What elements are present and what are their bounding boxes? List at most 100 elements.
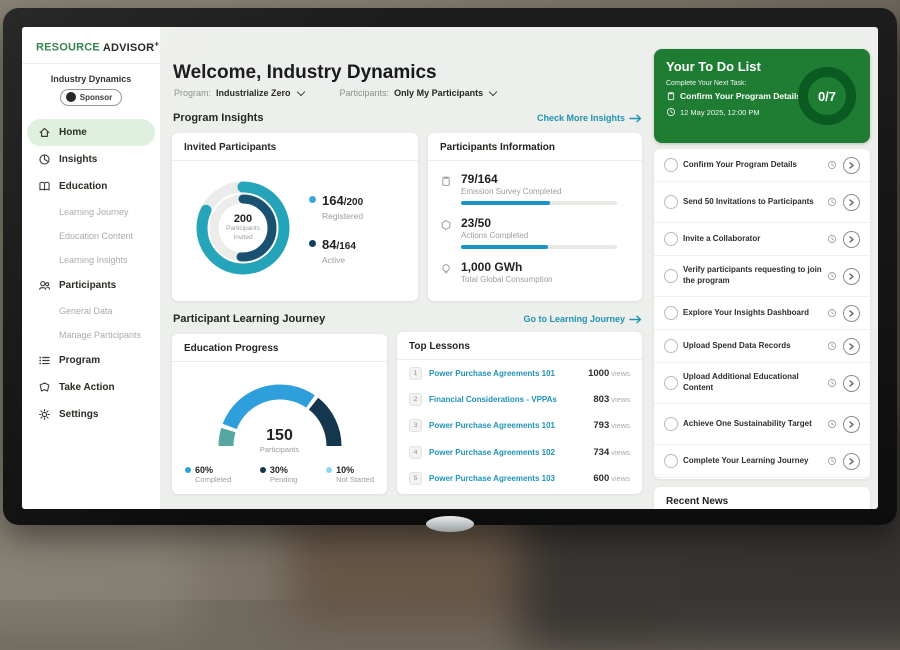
sidebar-item-learning-journey[interactable]: Learning Journey bbox=[22, 200, 160, 224]
legend-label: Not Started bbox=[336, 475, 374, 484]
task-row-send-50-invitations-to-participants: Send 50 Invitations to Participants bbox=[654, 182, 870, 223]
filters-bar: Program: Industrialize Zero Participants… bbox=[174, 88, 496, 98]
task-checkbox[interactable] bbox=[664, 454, 678, 468]
gauge-center-label: Participants bbox=[195, 445, 365, 454]
sidebar-item-label: Learning Journey bbox=[59, 207, 129, 217]
lesson-link[interactable]: Power Purchase Agreements 102 bbox=[429, 448, 593, 457]
lessons-card-title: Top Lessons bbox=[397, 332, 642, 360]
clock-icon bbox=[827, 308, 837, 318]
gauge-center-value: 150 bbox=[195, 427, 365, 445]
todo-progress-ring: 0/7 bbox=[794, 63, 860, 129]
sidebar-item-participants[interactable]: Participants bbox=[22, 272, 160, 299]
logo-primary: RESOURCE bbox=[36, 42, 100, 54]
task-row-invite-a-collaborator: Invite a Collaborator bbox=[654, 223, 870, 256]
check-more-insights-link[interactable]: Check More Insights bbox=[537, 113, 642, 123]
task-checkbox[interactable] bbox=[664, 232, 678, 246]
task-open-button[interactable] bbox=[843, 305, 860, 322]
sidebar-item-education-content[interactable]: Education Content bbox=[22, 224, 160, 248]
task-row-upload-spend-data-records: Upload Spend Data Records bbox=[654, 330, 870, 363]
sponsor-badge[interactable]: Sponsor bbox=[60, 89, 122, 106]
chevron-down-icon[interactable] bbox=[296, 88, 304, 96]
lesson-rank-badge: 4 bbox=[409, 446, 422, 459]
dashboard-screen: RESOURCE ADVISOR+ Industry Dynamics Spon… bbox=[22, 27, 878, 509]
sidebar-item-learning-insights[interactable]: Learning Insights bbox=[22, 248, 160, 272]
sidebar-item-label: Participants bbox=[59, 280, 116, 291]
task-checkbox[interactable] bbox=[664, 269, 678, 283]
lesson-views-suffix: views bbox=[611, 395, 630, 404]
task-row-explore-your-insights-dashboard: Explore Your Insights Dashboard bbox=[654, 297, 870, 330]
task-open-button[interactable] bbox=[843, 375, 860, 392]
sidebar-item-insights[interactable]: Insights bbox=[22, 146, 160, 173]
task-checkbox[interactable] bbox=[664, 195, 678, 209]
legend-dot-icon bbox=[309, 240, 316, 247]
sidebar-item-education[interactable]: Education bbox=[22, 173, 160, 200]
todo-progress-value: 0/7 bbox=[794, 63, 860, 129]
sponsor-icon bbox=[66, 92, 76, 102]
task-checkbox[interactable] bbox=[664, 306, 678, 320]
task-open-button[interactable] bbox=[843, 194, 860, 211]
task-row-complete-your-learning-journey: Complete Your Learning Journey bbox=[654, 445, 870, 478]
lesson-link[interactable]: Financial Considerations - VPPAs bbox=[429, 395, 593, 404]
task-open-button[interactable] bbox=[843, 416, 860, 433]
gauge-legend-item: 30% Pending bbox=[260, 465, 298, 484]
sidebar-nav: HomeInsightsEducation Learning Journey Edu… bbox=[22, 119, 160, 428]
legend-percent: 10% bbox=[336, 465, 374, 475]
lesson-views-count: 1000 bbox=[588, 368, 609, 379]
sidebar-item-label: Education Content bbox=[59, 231, 133, 241]
task-open-button[interactable] bbox=[843, 453, 860, 470]
recent-news-title: Recent News bbox=[654, 487, 870, 509]
sidebar-item-manage-participants[interactable]: Manage Participants bbox=[22, 323, 160, 347]
gauge-legend-item: 60% Completed bbox=[185, 465, 231, 484]
task-label: Achieve One Sustainability Target bbox=[683, 419, 822, 430]
legend-value: 164 bbox=[322, 193, 344, 208]
participants-filter-label: Participants: bbox=[340, 88, 390, 98]
stat-value: 23/50 bbox=[461, 216, 617, 230]
participants-filter-value[interactable]: Only My Participants bbox=[394, 88, 483, 98]
lesson-views-suffix: views bbox=[611, 448, 630, 457]
task-open-button[interactable] bbox=[843, 338, 860, 355]
task-row-upload-additional-educational-content: Upload Additional Educational Content bbox=[654, 363, 870, 404]
lesson-link[interactable]: Power Purchase Agreements 103 bbox=[429, 474, 593, 483]
lesson-link[interactable]: Power Purchase Agreements 101 bbox=[429, 421, 593, 430]
progress-bar-fill bbox=[461, 201, 550, 205]
donut-center-value: 200 bbox=[234, 213, 252, 225]
program-filter-value[interactable]: Industrialize Zero bbox=[216, 88, 291, 98]
stat-label: Actions Completed bbox=[461, 231, 617, 240]
stat-row-actions-completed: 23/50 Actions Completed bbox=[428, 205, 642, 249]
donut-legend-item: 84/164Active bbox=[309, 236, 363, 265]
participants-information-card: Participants Information 79/164 Emission… bbox=[428, 133, 642, 301]
task-checkbox[interactable] bbox=[664, 376, 678, 390]
task-checkbox[interactable] bbox=[664, 339, 678, 353]
task-row-verify-participants-requesting-to-join-the-program: Verify participants requesting to join t… bbox=[654, 256, 870, 297]
stat-label: Total Global Consumption bbox=[461, 275, 553, 284]
go-to-learning-journey-link[interactable]: Go to Learning Journey bbox=[523, 314, 642, 324]
sidebar-item-settings[interactable]: Settings bbox=[22, 401, 160, 428]
insights-icon bbox=[38, 153, 51, 166]
page-title: Welcome, Industry Dynamics bbox=[173, 62, 437, 84]
legend-value: 84 bbox=[322, 237, 336, 252]
clock-icon bbox=[827, 160, 837, 170]
stat-value: 79/164 bbox=[461, 172, 617, 186]
task-open-button[interactable] bbox=[843, 157, 860, 174]
sidebar-item-program[interactable]: Program bbox=[22, 347, 160, 374]
clock-icon bbox=[827, 341, 837, 351]
task-checkbox[interactable] bbox=[664, 158, 678, 172]
sidebar-item-take-action[interactable]: Take Action bbox=[22, 374, 160, 401]
progress-bar-fill bbox=[461, 245, 548, 249]
legend-label: Pending bbox=[270, 475, 298, 484]
task-open-button[interactable] bbox=[843, 268, 860, 285]
task-open-button[interactable] bbox=[843, 231, 860, 248]
lesson-link[interactable]: Power Purchase Agreements 101 bbox=[429, 369, 588, 378]
sidebar-item-home[interactable]: Home bbox=[27, 119, 155, 146]
todo-subtitle: Complete Your Next Task: bbox=[666, 80, 746, 87]
lesson-rank-badge: 5 bbox=[409, 472, 422, 485]
chevron-down-icon[interactable] bbox=[489, 88, 497, 96]
progress-bar-track bbox=[461, 201, 617, 205]
lesson-views-count: 803 bbox=[593, 394, 609, 405]
progress-bar-track bbox=[461, 245, 617, 249]
participants-icon bbox=[38, 279, 51, 292]
logo-plus: + bbox=[154, 39, 159, 48]
task-checkbox[interactable] bbox=[664, 417, 678, 431]
sidebar-item-general-data[interactable]: General Data bbox=[22, 299, 160, 323]
todo-task-list: Confirm Your Program Details Send 50 Inv… bbox=[654, 149, 870, 479]
